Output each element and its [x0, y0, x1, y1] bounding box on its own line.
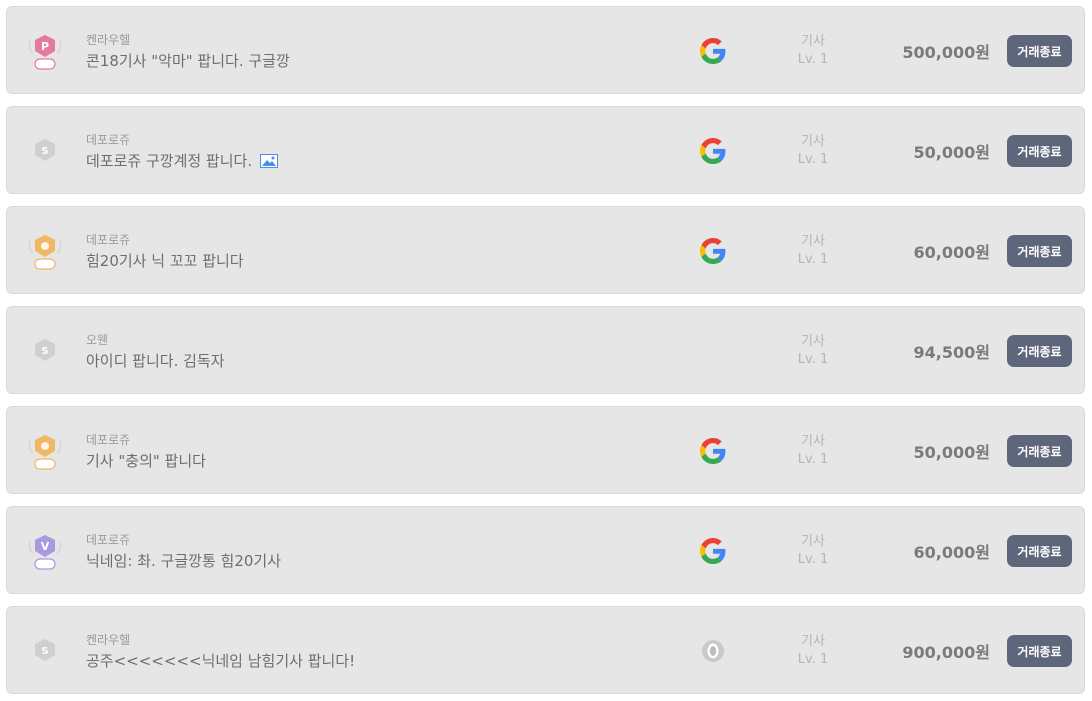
character-class: 기사 — [801, 34, 825, 49]
listing-title-text: 공주<<<<<<<닉네임 남힘기사 팝니다! — [86, 652, 356, 670]
listing-row[interactable]: 데포로쥬기사 "충의" 팝니다 기사 Lv. 1 50,000원 거래종료 — [6, 406, 1085, 494]
listing-title-text: 콘18기사 "악마" 팝니다. 구글깡 — [86, 52, 290, 70]
seller-name: 데포로쥬 — [86, 533, 131, 547]
svg-text:S: S — [41, 646, 48, 657]
trade-closed-button[interactable]: 거래종료 — [1007, 635, 1072, 667]
trade-closed-button[interactable]: 거래종료 — [1007, 335, 1072, 367]
listing-title[interactable]: 닉네임: 촤. 구글깡통 힘20기사 — [86, 550, 281, 571]
premium-p-badge: P — [25, 31, 65, 71]
seller-name: 데포로쥬 — [86, 133, 131, 147]
character-class: 기사 — [801, 434, 825, 449]
listing-title-text: 기사 "충의" 팝니다 — [86, 452, 206, 470]
character-level: Lv. 1 — [797, 252, 829, 267]
seller-name: 오웬 — [86, 333, 109, 347]
premium-v-badge: V — [25, 531, 65, 571]
price: 60,000원 — [913, 543, 990, 562]
svg-text:S: S — [41, 346, 48, 357]
seller-name: 데포로쥬 — [86, 233, 131, 247]
seller-name: 켄라우헬 — [86, 33, 131, 47]
character-class: 기사 — [801, 634, 825, 649]
price: 900,000원 — [902, 643, 990, 662]
svg-text:S: S — [41, 146, 48, 157]
svg-text:V: V — [41, 540, 50, 553]
character-class: 기사 — [801, 334, 825, 349]
listing-row[interactable]: S 데포로쥬데포로쥬 구깡계정 팝니다. 기사 Lv. 1 50,000원 거래종료 — [6, 106, 1085, 194]
character-level: Lv. 1 — [797, 152, 829, 167]
listing-row[interactable]: S 오웬아이디 팝니다. 김독자 기사 Lv. 1 94,500원 거래종료 — [6, 306, 1085, 394]
price: 50,000원 — [913, 443, 990, 462]
listing-row[interactable]: V 데포로쥬닉네임: 촤. 구글깡통 힘20기사 기사 Lv. 1 60,000원 거래종… — [6, 506, 1085, 594]
trade-closed-button[interactable]: 거래종료 — [1007, 235, 1072, 267]
google-icon — [700, 538, 726, 564]
shield-s-badge: S — [25, 331, 65, 371]
listing-row[interactable]: S 켄라우헬공주<<<<<<<닉네임 남힘기사 팝니다! 기사 Lv. 1 900,00… — [6, 606, 1085, 694]
listing-title[interactable]: 공주<<<<<<<닉네임 남힘기사 팝니다! — [86, 650, 355, 671]
trade-closed-button[interactable]: 거래종료 — [1007, 135, 1072, 167]
onestore-icon — [700, 638, 726, 664]
listing-title[interactable]: 콘18기사 "악마" 팝니다. 구글깡 — [86, 50, 290, 71]
trade-listing: P 켄라우헬 콘18기사 "악마" 팝니다. 구글깡 기사 Lv. 1 500,000원 거… — [0, 0, 1092, 701]
character-class: 기사 — [801, 234, 825, 249]
svg-text:P: P — [41, 40, 49, 53]
price: 50,000원 — [913, 143, 990, 162]
listing-title[interactable]: 데포로쥬 구깡계정 팝니다. — [86, 150, 279, 171]
listing-title-text: 닉네임: 촤. 구글깡통 힘20기사 — [86, 552, 282, 570]
trade-closed-button[interactable]: 거래종료 — [1007, 535, 1072, 567]
character-level: Lv. 1 — [797, 352, 829, 367]
seller-name: 켄라우헬 — [86, 633, 131, 647]
listing-title-text: 데포로쥬 구깡계정 팝니다. — [86, 152, 253, 170]
character-level: Lv. 1 — [797, 52, 829, 67]
gold-badge — [25, 231, 65, 271]
price: 60,000원 — [913, 243, 990, 262]
character-level: Lv. 1 — [797, 652, 829, 667]
shield-s-badge: S — [25, 131, 65, 171]
google-icon — [700, 238, 726, 264]
shield-s-badge: S — [25, 631, 65, 671]
character-class: 기사 — [801, 134, 825, 149]
gold-badge — [25, 431, 65, 471]
google-icon — [700, 438, 726, 464]
image-icon — [260, 153, 279, 168]
character-level: Lv. 1 — [797, 552, 829, 567]
listing-row[interactable]: 데포로쥬힘20기사 닉 꼬꼬 팝니다 기사 Lv. 1 60,000원 거래종료 — [6, 206, 1085, 294]
price: 94,500원 — [913, 343, 990, 362]
listing-title[interactable]: 아이디 팝니다. 김독자 — [86, 350, 225, 371]
listing-row[interactable]: P 켄라우헬콘18기사 "악마" 팝니다. 구글깡 기사 Lv. 1 500,000원 거… — [6, 6, 1085, 94]
listing-title-text: 힘20기사 닉 꼬꼬 팝니다 — [86, 252, 244, 270]
listing-title-text: 아이디 팝니다. 김독자 — [86, 352, 225, 370]
listing-title[interactable]: 힘20기사 닉 꼬꼬 팝니다 — [86, 250, 244, 271]
character-level: Lv. 1 — [797, 452, 829, 467]
google-icon — [700, 38, 726, 64]
trade-closed-button[interactable]: 거래종료 — [1007, 435, 1072, 467]
price: 500,000원 — [902, 43, 990, 62]
character-class: 기사 — [801, 534, 825, 549]
google-icon — [700, 138, 726, 164]
trade-closed-button[interactable]: 거래종료 — [1007, 35, 1072, 67]
seller-name: 데포로쥬 — [86, 433, 131, 447]
listing-title[interactable]: 기사 "충의" 팝니다 — [86, 450, 206, 471]
